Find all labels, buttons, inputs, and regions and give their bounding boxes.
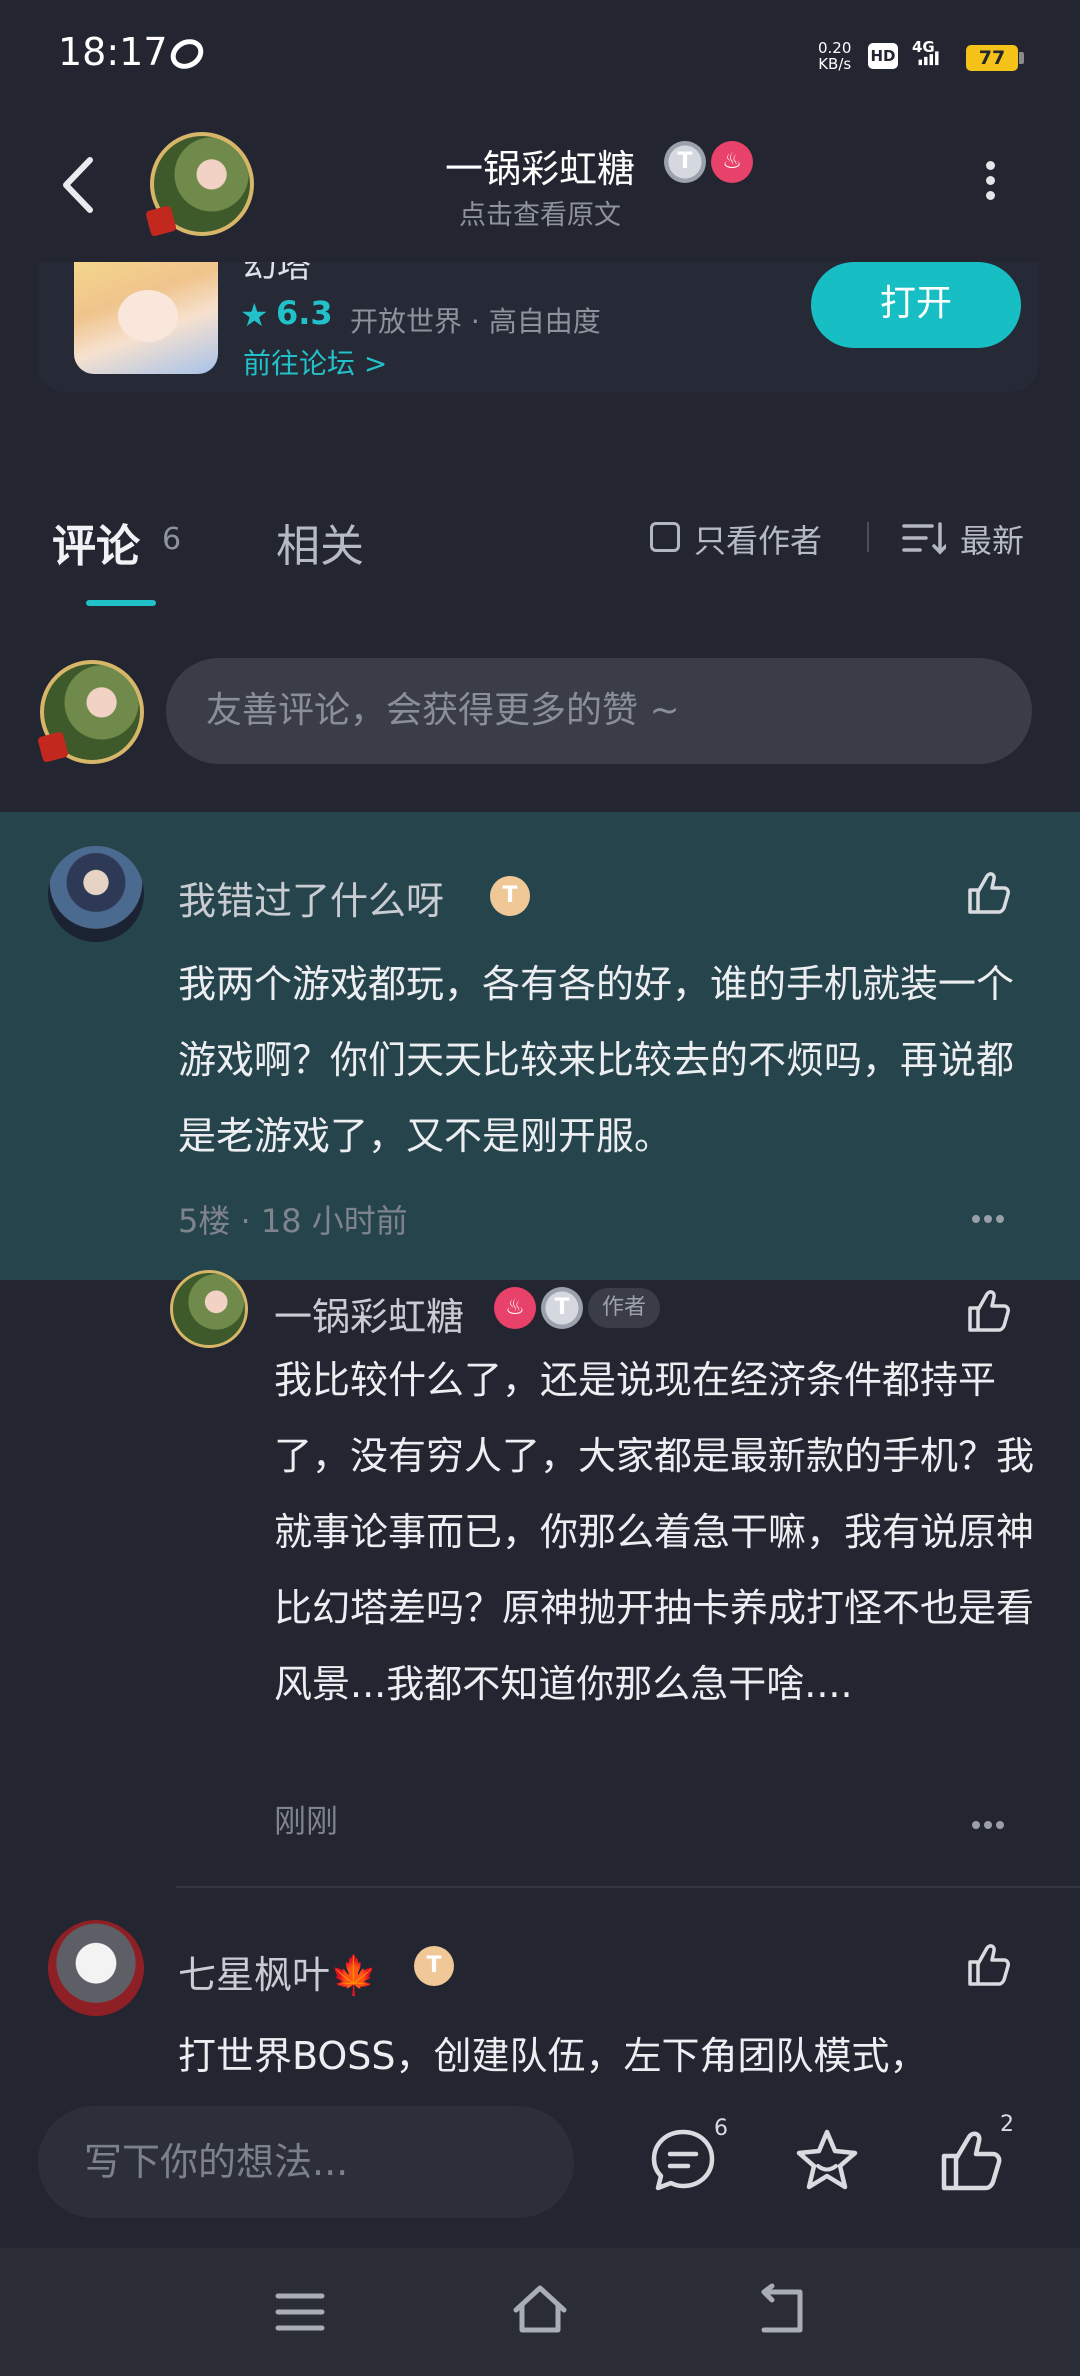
my-avatar — [40, 660, 144, 764]
forum-link[interactable]: 前往论坛 > — [243, 342, 387, 382]
level-t-badge-icon: T — [490, 876, 530, 916]
game-card[interactable]: 幻塔 ★ 6.3 开放世界 · 高自由度 前往论坛 > 打开 — [38, 262, 1038, 392]
like-icon[interactable] — [936, 2126, 1006, 2196]
comment-body: 我两个游戏都玩，各有各的好，谁的手机就装一个游戏啊？你们天天比较来比较去的不烦吗… — [178, 962, 1015, 1158]
commenter-name[interactable]: 七星枫叶🍁 — [178, 1944, 377, 1999]
battery-icon: 77 — [966, 45, 1018, 71]
flame-badge-icon: ♨ — [711, 141, 754, 183]
commenter-name[interactable]: 我错过了什么呀 — [178, 870, 444, 925]
game-rating: 6.3 — [276, 294, 333, 332]
flame-badge-icon: ♨ — [494, 1287, 536, 1329]
level-t-badge-icon: T — [541, 1287, 583, 1329]
level-t-badge-icon: T — [414, 1946, 454, 1986]
comment-icon[interactable] — [648, 2126, 718, 2196]
menu-icon[interactable] — [270, 2282, 330, 2342]
hd-voice-icon: HD — [868, 43, 898, 69]
sort-label[interactable]: 最新 — [960, 516, 1024, 562]
game-name: 幻塔 — [243, 262, 311, 286]
tab-related[interactable]: 相关 — [276, 510, 364, 574]
battery-tip — [1019, 52, 1024, 64]
status-time: 18:17 — [58, 30, 168, 74]
game-icon[interactable] — [74, 262, 218, 374]
comment-meta: 5楼 · 18 小时前 — [178, 1202, 408, 1240]
signal-icon — [918, 51, 939, 66]
comment-body: 打世界BOSS，创建队伍，左下角团队模式， — [178, 2034, 928, 2078]
sort-icon[interactable] — [902, 520, 946, 556]
more-options-icon[interactable] — [975, 155, 1005, 225]
only-author-checkbox[interactable] — [650, 522, 680, 552]
like-icon[interactable] — [964, 868, 1014, 918]
author-name[interactable]: 一锅彩虹糖 — [445, 147, 635, 191]
reply-input[interactable]: 写下你的想法... — [38, 2106, 574, 2218]
comment-more-icon[interactable] — [972, 1208, 1012, 1223]
network-speed-unit: KB/s — [818, 55, 852, 73]
divider — [867, 522, 869, 552]
commenter-avatar[interactable] — [48, 846, 144, 942]
like-icon[interactable] — [964, 1286, 1014, 1336]
reply-body: 我比较什么了，还是说现在经济条件都持平了，没有穷人了，大家都是最新款的手机？我就… — [274, 1358, 1035, 1706]
favorite-star-icon[interactable] — [792, 2126, 862, 2196]
divider — [176, 1886, 1080, 1888]
reply-meta: 刚刚 — [274, 1802, 339, 1840]
comment-count: 6 — [162, 522, 182, 557]
reply-avatar[interactable] — [170, 1270, 248, 1348]
reply-more-icon[interactable] — [972, 1814, 1012, 1829]
author-tag: 作者 — [588, 1288, 661, 1328]
comment-input[interactable]: 友善评论，会获得更多的赞 ~ — [166, 658, 1032, 764]
only-author-label[interactable]: 只看作者 — [694, 516, 822, 562]
network-speed: 0.20 KB/s — [818, 40, 851, 72]
game-tags: 开放世界 · 高自由度 — [350, 305, 601, 338]
network-speed-value: 0.20 — [818, 39, 852, 57]
view-original-link[interactable]: 点击查看原文 — [0, 193, 1080, 232]
back-nav-icon[interactable] — [750, 2282, 810, 2342]
status-bar: 18:17 0.20 KB/s HD 4G 77 — [0, 0, 1080, 116]
like-icon[interactable] — [964, 1940, 1014, 1990]
page-title[interactable]: 一锅彩虹糖 — [0, 138, 1080, 193]
comment-count-badge: 6 — [714, 2116, 728, 2141]
author-badges: T ♨ — [664, 141, 754, 183]
star-icon: ★ — [240, 296, 269, 334]
tab-comments[interactable]: 评论 — [52, 510, 140, 574]
commenter-avatar[interactable] — [48, 1920, 144, 2016]
active-tab-indicator — [86, 600, 156, 606]
level-t-badge-icon: T — [664, 141, 706, 183]
reply-author-name[interactable]: 一锅彩虹糖 — [274, 1286, 464, 1341]
open-game-button[interactable]: 打开 — [811, 262, 1021, 348]
like-count-badge: 2 — [1000, 2112, 1014, 2137]
notification-app-icon — [165, 33, 209, 75]
home-icon[interactable] — [510, 2280, 570, 2340]
